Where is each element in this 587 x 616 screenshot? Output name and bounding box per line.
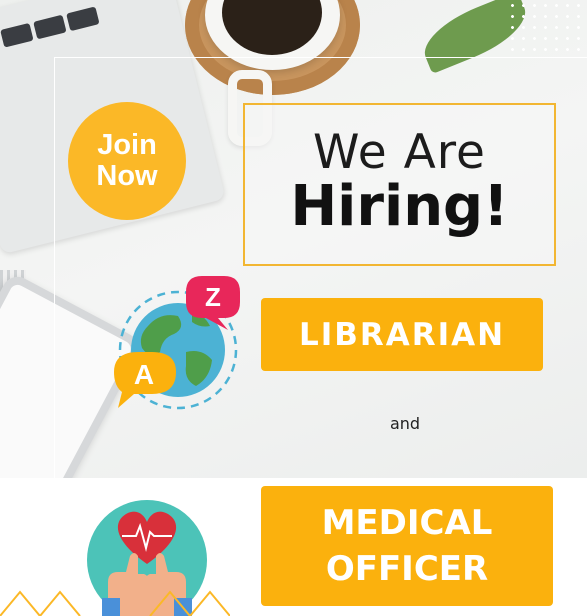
headline-box: We Are Hiring! <box>243 103 556 266</box>
medical-officer-position-label: MEDICAL OFFICER <box>261 486 553 606</box>
librarian-text: LIBRARIAN <box>298 316 506 353</box>
hiring-poster: Join Now We Are Hiring! Z A LIBRARIAN an… <box>0 0 587 616</box>
badge-line-2: Now <box>96 160 158 192</box>
headline-line-2: Hiring! <box>290 174 509 239</box>
svg-text:A: A <box>134 359 154 390</box>
headline-line-1: We Are <box>313 125 486 180</box>
chevron-decoration <box>0 590 230 616</box>
speech-bubble-a-icon: A <box>114 352 176 408</box>
connector-text: and <box>389 414 421 433</box>
svg-text:Z: Z <box>205 282 221 312</box>
keyboard-keys <box>0 0 100 60</box>
librarian-position-label: LIBRARIAN <box>261 298 543 371</box>
medical-text: MEDICAL <box>321 503 493 543</box>
join-now-badge[interactable]: Join Now <box>68 102 186 220</box>
officer-text: OFFICER <box>325 549 489 589</box>
globe-language-icon: Z A <box>114 276 240 410</box>
dot-pattern-decoration <box>507 0 587 55</box>
badge-line-1: Join <box>97 129 157 161</box>
